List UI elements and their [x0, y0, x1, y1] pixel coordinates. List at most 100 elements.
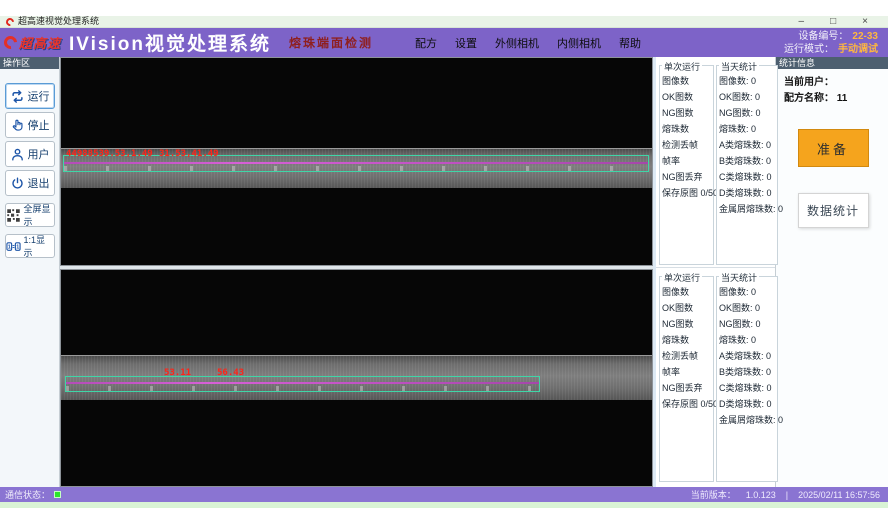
run-mode-value: 手动调试	[838, 43, 878, 56]
daily-stats-rows: 图像数: 0OK图数: 0NG图数: 0熔珠数: 0A类熔珠数: 0B类熔珠数:…	[717, 277, 777, 430]
measurement-annotation: 31.53,41.49	[159, 150, 219, 159]
stat-row: 金属屑熔珠数: 0	[719, 412, 775, 428]
stat-row: OK图数: 0	[719, 89, 775, 105]
stat-row: 图像数: 0	[719, 284, 775, 300]
menu-item[interactable]: 帮助	[619, 35, 641, 51]
stat-row: A类熔珠数: 0	[719, 348, 775, 364]
stat-row: NG图数: 0	[719, 316, 775, 332]
desktop-background	[0, 0, 888, 16]
device-number-value: 22-33	[852, 30, 878, 43]
info-panel: 统计信息 当前用户： 配方名称： 11 准备 数据统计	[776, 57, 888, 487]
run-mode-row: 运行模式： 手动调试	[784, 43, 878, 56]
camera-viewports: 44988539.53,1.49 31.53,41.49 53.11 56.43	[60, 57, 653, 487]
menu-item[interactable]: 内侧相机	[557, 35, 601, 51]
svg-text:1: 1	[7, 244, 10, 250]
one-to-one-icon: 1 1	[6, 239, 21, 254]
daily-stats-rows: 图像数: 0OK图数: 0NG图数: 0熔珠数: 0A类熔珠数: 0B类熔珠数:…	[717, 66, 777, 219]
exit-button[interactable]: 退出	[5, 170, 55, 196]
prepare-button[interactable]: 准备	[798, 129, 869, 167]
close-button[interactable]: ×	[862, 17, 868, 27]
stat-row: 检测丢帧	[662, 137, 711, 153]
menu-item[interactable]: 设置	[455, 35, 477, 51]
single-run-stats: 单次运行 图像数OK图数NG图数熔珠数检测丢帧帧率NG图丢弃保存原图 0/500	[659, 65, 714, 265]
info-panel-title: 统计信息	[776, 57, 888, 69]
operations-sidebar: 操作区 运行 停止	[0, 57, 60, 487]
stat-row: 图像数	[662, 284, 711, 300]
stat-row: NG图数	[662, 316, 711, 332]
brand-swirl-icon	[1, 33, 19, 51]
stat-row: OK图数	[662, 300, 711, 316]
stat-row: OK图数: 0	[719, 300, 775, 316]
app-header: 超高速 IVision视觉处理系统 熔珠端面检测 配方设置外侧相机内侧相机帮助 …	[0, 28, 888, 57]
version-value: 1.0.123	[746, 490, 776, 500]
recipe-label: 配方名称：	[784, 93, 834, 104]
one-to-one-button-label: 1:1显示	[24, 233, 54, 259]
statistics-column: 单次运行 图像数OK图数NG图数熔珠数检测丢帧帧率NG图丢弃保存原图 0/500…	[653, 57, 776, 487]
inner-camera-viewport[interactable]: 53.11 56.43	[60, 269, 653, 487]
stop-hand-icon	[10, 118, 25, 133]
user-button[interactable]: 用户	[5, 141, 55, 167]
brand-text: 超高速	[19, 33, 61, 52]
run-button-label: 运行	[28, 88, 50, 104]
current-user-label: 当前用户：	[784, 77, 834, 88]
window-controls: – □ ×	[799, 17, 882, 27]
daily-stats-title: 当天统计	[719, 60, 759, 73]
stat-row: NG图数	[662, 105, 711, 121]
stat-row: 保存原图 0/500	[662, 396, 711, 412]
app-subtitle: 熔珠端面检测	[289, 34, 373, 51]
maximize-button[interactable]: □	[830, 17, 836, 27]
stat-row: 金属屑熔珠数: 0	[719, 201, 775, 217]
stat-row: D类熔珠数: 0	[719, 396, 775, 412]
stat-row: A类熔珠数: 0	[719, 137, 775, 153]
status-bar-right: 当前版本： 1.0.123 | 2025/02/11 16:57:56	[691, 488, 880, 501]
user-button-label: 用户	[28, 146, 50, 162]
stat-row: 熔珠数: 0	[719, 121, 775, 137]
menu-item[interactable]: 配方	[415, 35, 437, 51]
stat-row: C类熔珠数: 0	[719, 169, 775, 185]
recipe-row: 配方名称： 11	[784, 91, 882, 107]
datetime-value: 2025/02/11 16:57:56	[798, 490, 880, 500]
one-to-one-button[interactable]: 1 1 1:1显示	[5, 234, 55, 258]
stat-row: D类熔珠数: 0	[719, 185, 775, 201]
device-number-row: 设备编号： 22-33	[784, 30, 878, 43]
device-number-label: 设备编号：	[798, 30, 848, 43]
stat-row: NG图丢弃	[662, 169, 711, 185]
sidebar-buttons: 运行 停止 用户	[0, 69, 59, 261]
data-statistics-button[interactable]: 数据统计	[798, 193, 869, 228]
stat-row: 熔珠数	[662, 332, 711, 348]
menu-bar: 配方 设置 外侧相机 内侧相机 帮助	[415, 35, 641, 51]
run-mode-label: 运行模式：	[784, 43, 834, 56]
stat-row: 帧率	[662, 153, 711, 169]
recipe-value: 11	[837, 93, 848, 104]
single-run-rows: 图像数OK图数NG图数熔珠数检测丢帧帧率NG图丢弃保存原图 0/500	[660, 66, 713, 203]
single-run-stats: 单次运行 图像数OK图数NG图数熔珠数检测丢帧帧率NG图丢弃保存原图 0/500	[659, 276, 714, 482]
outer-camera-viewport[interactable]: 44988539.53,1.49 31.53,41.49	[60, 57, 653, 266]
measurement-annotation: 53.11	[164, 369, 191, 378]
fullscreen-grid-icon	[6, 208, 21, 223]
stat-row: 图像数	[662, 73, 711, 89]
minimize-button[interactable]: –	[799, 17, 805, 27]
daily-stats-title: 当天统计	[719, 271, 759, 284]
menu-item[interactable]: 外侧相机	[495, 35, 539, 51]
power-icon	[10, 176, 25, 191]
single-run-title: 单次运行	[662, 271, 702, 284]
status-bar: 通信状态： 当前版本： 1.0.123 | 2025/02/11 16:57:5…	[0, 487, 888, 502]
stat-row: C类熔珠数: 0	[719, 380, 775, 396]
window-title: 超高速视觉处理系统	[18, 17, 99, 26]
fullscreen-button[interactable]: 全屏显示	[5, 203, 55, 227]
stop-button[interactable]: 停止	[5, 112, 55, 138]
seam-trace-line	[64, 162, 648, 164]
run-button[interactable]: 运行	[5, 83, 55, 109]
stat-row: 熔珠数	[662, 121, 711, 137]
comm-status-label: 通信状态：	[5, 488, 50, 501]
app-logo-icon	[4, 16, 15, 27]
stat-row: B类熔珠数: 0	[719, 153, 775, 169]
user-icon	[10, 147, 25, 162]
stat-row: NG图丢弃	[662, 380, 711, 396]
daily-stats: 当天统计 图像数: 0OK图数: 0NG图数: 0熔珠数: 0A类熔珠数: 0B…	[716, 276, 778, 482]
stop-button-label: 停止	[28, 117, 50, 133]
stat-row: NG图数: 0	[719, 105, 775, 121]
brand-logo: 超高速	[4, 33, 61, 52]
exit-button-label: 退出	[28, 175, 50, 191]
measurement-annotation: 56.43	[217, 369, 244, 378]
